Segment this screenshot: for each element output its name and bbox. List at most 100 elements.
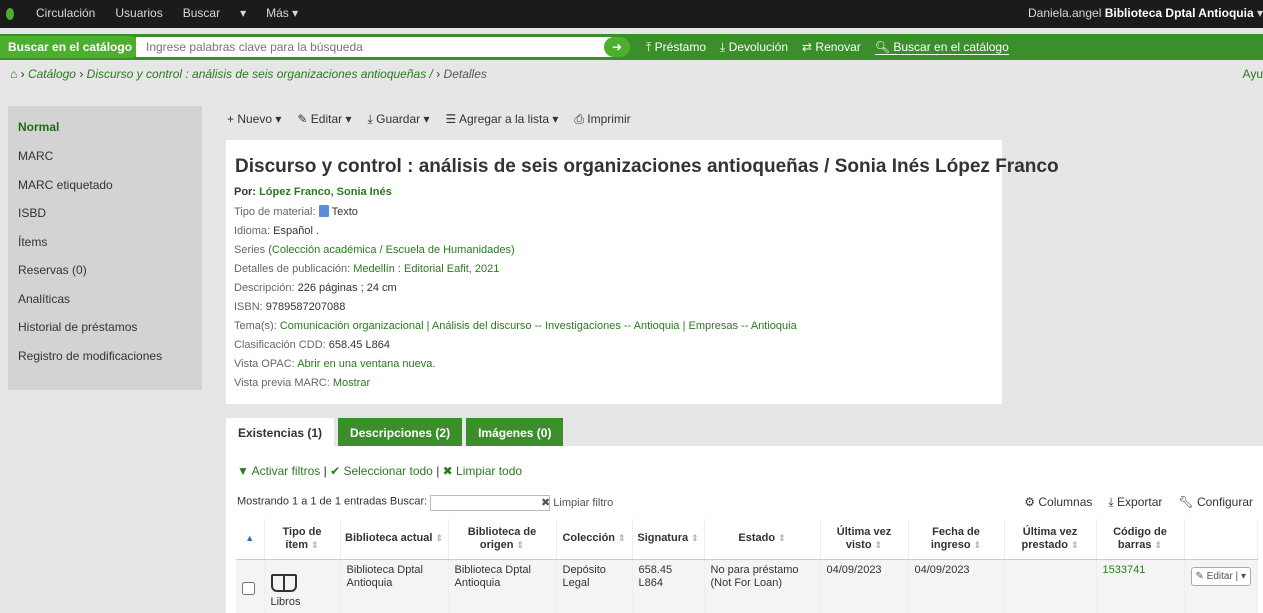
header-home-library[interactable]: Biblioteca de origen ⇕ (448, 519, 557, 560)
isbn-label: ISBN: (234, 301, 263, 313)
header-label: Signatura (637, 532, 689, 545)
header-label: Estado (738, 532, 776, 545)
search-type-label[interactable]: Buscar en el catálogo (0, 36, 142, 58)
barcode-link[interactable]: 1533741 (1103, 564, 1146, 576)
table-actions: ⚙ Columnas ⤓ Exportar 🔧︎ Configurar (1024, 495, 1253, 510)
header-last-borrowed[interactable]: Última vez prestado ⇕ (1004, 519, 1097, 560)
configure-button[interactable]: 🔧︎ Configurar (1178, 495, 1253, 510)
sidebar-item-checkout-history[interactable]: Historial de préstamos (18, 320, 137, 334)
configure-label: Configurar (1196, 495, 1253, 509)
marc-preview-row: Vista previa MARC: Mostrar (234, 377, 370, 389)
clear-all-link[interactable]: ✖ Limpiar todo (443, 464, 522, 478)
language-row: Idioma: Español . (234, 225, 319, 237)
publication-link[interactable]: Medellín : Editorial Eafit, 2021 (353, 263, 499, 275)
header-last-seen[interactable]: Última vez visto ⇕ (820, 519, 909, 560)
user-menu[interactable]: Daniela.angel Biblioteca Dptal Antioquia… (1028, 6, 1263, 20)
header-item-type[interactable]: Tipo de ítem ⇕ (264, 519, 341, 560)
book-text-icon (318, 205, 329, 217)
help-link[interactable]: Ayu (1243, 67, 1263, 81)
catalog-search-link[interactable]: 🔍︎ Buscar en el catálogo (874, 40, 1009, 55)
sidebar-item-items[interactable]: Ítems (18, 235, 47, 249)
opac-label: Vista OPAC: (234, 358, 295, 370)
breadcrumb-record[interactable]: Discurso y control : análisis de seis or… (87, 67, 433, 81)
renew-link[interactable]: ⇄ Renovar (802, 40, 861, 55)
columns-label: Columnas (1038, 495, 1093, 509)
nav-more[interactable]: Más ▾ (266, 6, 298, 20)
clear-filter-button[interactable]: ✖ Limpiar filtro (541, 496, 613, 509)
language-value: Español . (273, 225, 320, 237)
home-icon[interactable]: ⌂ (10, 67, 17, 81)
record-tabs: Existencias (1) Descripciones (2) Imágen… (226, 418, 564, 446)
header-label: Fecha de ingreso (930, 525, 980, 551)
sidebar-item-isbd[interactable]: ISBD (18, 206, 46, 220)
opac-link[interactable]: Abrir en una ventana nueva. (297, 358, 435, 370)
activate-filters-link[interactable]: ▼ Activar filtros (237, 464, 320, 478)
publication-label: Detalles de publicación: (234, 263, 351, 275)
sidebar-item-normal[interactable]: Normal (18, 120, 59, 134)
search-submit-button[interactable]: ➜ (604, 37, 630, 57)
edit-item-button[interactable]: ✎ Editar | ▾ (1190, 566, 1251, 586)
table-search-input[interactable] (430, 495, 551, 511)
library-name: Biblioteca Dptal Antioquia (1104, 6, 1254, 20)
sidebar-item-labeled-marc[interactable]: MARC etiquetado (18, 178, 113, 192)
series-link[interactable]: (Colección académica / Escuela de Humani… (268, 244, 514, 256)
export-button[interactable]: ⤓ Exportar (1108, 495, 1162, 510)
new-button[interactable]: + Nuevo ▾ (227, 112, 281, 127)
breadcrumb: ⌂ › Catálogo › Discurso y control : anál… (10, 67, 487, 81)
columns-button[interactable]: ⚙ Columnas (1024, 495, 1092, 510)
nav-search[interactable]: Buscar (183, 6, 220, 20)
row-checkbox-cell (236, 559, 265, 613)
save-button[interactable]: ⤓ Guardar ▾ (367, 112, 429, 127)
header-barcode[interactable]: Código de barras ⇕ (1096, 519, 1185, 560)
record-toolbar: + Nuevo ▾ ✎ Editar ▾ ⤓ Guardar ▾ ☰ Agreg… (227, 112, 631, 127)
sidebar-item-analytics[interactable]: Analíticas (18, 292, 70, 306)
top-navbar: Circulación Usuarios Buscar ▾ Más ▾ Dani… (0, 0, 1263, 28)
tab-descriptions[interactable]: Descripciones (2) (338, 418, 463, 446)
material-label: Tipo de material: (234, 206, 316, 218)
sort-icon: ⇕ (1154, 539, 1163, 550)
checkout-link[interactable]: ⤒ Préstamo (646, 40, 706, 55)
marc-preview-link[interactable]: Mostrar (333, 377, 370, 389)
description-label: Descripción: (234, 282, 295, 294)
breadcrumb-catalog[interactable]: Catálogo (28, 67, 76, 81)
language-label: Idioma: (234, 225, 271, 237)
row-checkbox[interactable] (242, 581, 255, 595)
subjects-links[interactable]: Comunicación organizacional | Análisis d… (280, 320, 797, 332)
item-type: Libros (270, 595, 301, 608)
header-current-library[interactable]: Biblioteca actual ⇕ (340, 519, 449, 560)
barcode-cell: 1533741 (1096, 559, 1185, 613)
tab-holdings[interactable]: Existencias (1) (226, 418, 335, 446)
author-link[interactable]: López Franco, Sonia Inés (259, 186, 392, 198)
edit-item-label: ✎ Editar (1195, 570, 1233, 582)
select-all-link[interactable]: ✔ Seleccionar todo (330, 464, 433, 478)
series-row: Series (Colección académica / Escuela de… (234, 244, 515, 256)
header-call-number[interactable]: Signatura ⇕ (632, 519, 705, 560)
search-bar-links: ⤒ Préstamo ⤓ Devolución ⇄ Renovar 🔍︎ Bus… (646, 40, 1009, 55)
nav-search-caret[interactable]: ▾ (240, 6, 246, 20)
last-borrowed (1004, 559, 1097, 613)
nav-circulation[interactable]: Circulación (36, 6, 95, 20)
header-status[interactable]: Estado ⇕ (704, 519, 821, 560)
sidebar-item-holds[interactable]: Reservas (0) (18, 263, 87, 277)
search-input[interactable] (136, 37, 612, 57)
edit-button[interactable]: ✎ Editar ▾ (297, 112, 351, 127)
sidebar-item-marc[interactable]: MARC (18, 149, 53, 163)
add-to-list-button[interactable]: ☰ Agregar a la lista ▾ (446, 112, 559, 127)
header-select-column[interactable]: ▲ (236, 519, 265, 560)
edit-item-caret-icon[interactable]: ▾ (1241, 571, 1246, 582)
koha-logo-icon[interactable] (6, 8, 14, 20)
subjects-row: Tema(s): Comunicación organizacional | A… (234, 320, 797, 332)
tab-images[interactable]: Imágenes (0) (466, 418, 564, 446)
item-status: No para préstamo (Not For Loan) (704, 559, 821, 613)
select-all-label: Seleccionar todo (343, 464, 433, 478)
header-collection[interactable]: Colección ⇕ (556, 519, 633, 560)
header-accession-date[interactable]: Fecha de ingreso ⇕ (908, 519, 1005, 560)
nav-patrons[interactable]: Usuarios (115, 6, 162, 20)
sort-icon: ⇕ (516, 539, 525, 550)
home-library: Biblioteca Dptal Antioquia (448, 559, 557, 613)
print-button[interactable]: ⎙ Imprimir (574, 112, 630, 127)
checkin-link[interactable]: ⤓ Devolución (720, 40, 788, 55)
marc-preview-label: Vista previa MARC: (234, 377, 330, 389)
accession-date: 04/09/2023 (908, 559, 1005, 613)
sidebar-item-modification-log[interactable]: Registro de modificaciones (18, 349, 162, 363)
